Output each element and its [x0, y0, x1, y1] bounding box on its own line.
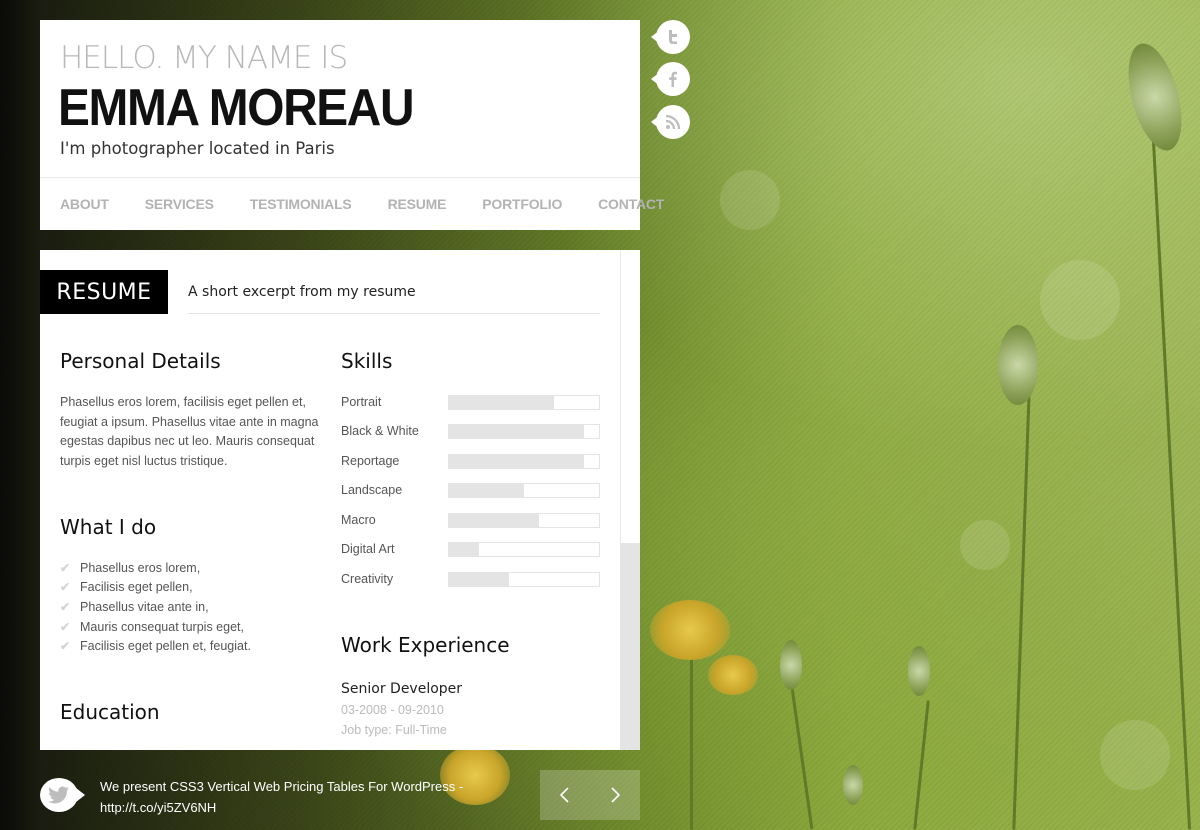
skill-label: Reportage [341, 454, 400, 468]
check-icon: ✔ [60, 599, 71, 614]
skill-fill [449, 542, 479, 556]
chevron-left-icon [559, 787, 569, 803]
facebook-icon [656, 62, 690, 96]
main-nav: ABOUT SERVICES TESTIMONIALS RESUME PORTF… [40, 177, 664, 230]
check-icon: ✔ [60, 580, 71, 595]
skill-fill [449, 483, 524, 497]
list-item: ✔ Mauris consequat turpis eget, [60, 619, 244, 634]
tweet-link[interactable]: http://t.co/yi5ZV6NH [100, 797, 520, 818]
work-experience-heading: Work Experience [341, 633, 510, 657]
nav-contact[interactable]: CONTACT [598, 196, 664, 212]
prev-arrow-button[interactable] [540, 770, 590, 820]
skill-bar [448, 394, 600, 410]
skill-row: Reportage [341, 453, 601, 469]
scrollbar-thumb[interactable] [620, 543, 640, 750]
twitter-icon [656, 20, 690, 54]
check-icon: ✔ [60, 560, 71, 575]
skill-fill [449, 395, 554, 409]
job-dates: 03-2008 - 09-2010 [341, 703, 444, 717]
personal-details-text: Phasellus eros lorem, facilisis eget pel… [60, 395, 319, 468]
header-card: HELLO. MY NAME IS EMMA MOREAU I'm photog… [40, 20, 664, 230]
skill-fill [449, 513, 539, 527]
nav-active-pointer [326, 210, 342, 218]
tweet-pager [540, 770, 640, 820]
skill-row: Digital Art [341, 541, 601, 557]
check-icon: ✔ [60, 619, 71, 634]
skill-label: Landscape [341, 483, 403, 497]
section-label: RESUME [40, 270, 168, 314]
skill-bar [448, 453, 600, 469]
skill-label: Creativity [341, 572, 394, 586]
nav-services[interactable]: SERVICES [145, 196, 214, 212]
skills-heading: Skills [341, 349, 393, 373]
twitter-link[interactable] [651, 20, 690, 54]
skill-label: Digital Art [341, 542, 395, 556]
tagline: I'm photographer located in Paris [60, 139, 335, 158]
list-item: ✔ Facilisis eget pellen et, feugiat. [60, 639, 251, 654]
greeting: HELLO. MY NAME IS [60, 40, 348, 76]
skill-label: Portrait [341, 395, 382, 409]
skill-bar [448, 541, 600, 557]
personal-details-heading: Personal Details [60, 349, 221, 373]
skill-row: Black & White [341, 423, 601, 439]
list-item: ✔ Phasellus vitae ante in, [60, 599, 209, 614]
skill-row: Landscape [341, 482, 601, 498]
what-i-do-list: ✔ Phasellus eros lorem, ✔ Facilisis eget p… [60, 558, 251, 656]
tweet-bubble-tip [76, 788, 85, 802]
section-subtitle: A short excerpt from my resume [188, 270, 600, 314]
skill-label: Black & White [341, 424, 419, 438]
skill-fill [449, 572, 509, 586]
skill-row: Macro [341, 512, 601, 528]
what-i-do-heading: What I do [60, 515, 157, 539]
rss-icon [656, 105, 690, 139]
nav-resume[interactable]: RESUME [388, 196, 447, 212]
skill-fill [449, 454, 584, 468]
rss-link[interactable] [651, 105, 690, 139]
skill-bar [448, 482, 600, 498]
chevron-right-icon [611, 787, 621, 803]
nav-about[interactable]: ABOUT [60, 196, 109, 212]
skill-fill [449, 424, 584, 438]
job-type: Job type: Full-Time [341, 723, 447, 737]
skill-row: Creativity [341, 571, 601, 587]
facebook-link[interactable] [651, 62, 690, 96]
tweet-line: We present CSS3 Vertical Web Pricing Tab… [100, 779, 464, 794]
site-title: EMMA MOREAU [58, 79, 414, 137]
skill-bar [448, 423, 600, 439]
skill-row: Portrait [341, 394, 601, 410]
job-title: Senior Developer [341, 681, 463, 697]
skill-label: Macro [341, 513, 376, 527]
skill-bar [448, 512, 600, 528]
next-arrow-button[interactable] [590, 770, 640, 820]
twitter-bird-icon [40, 778, 78, 812]
resume-panel: RESUME A short excerpt from my resume Pe… [40, 250, 640, 750]
nav-portfolio[interactable]: PORTFOLIO [482, 196, 562, 212]
latest-tweet: We present CSS3 Vertical Web Pricing Tab… [100, 776, 520, 818]
check-icon: ✔ [60, 639, 71, 654]
list-item: ✔ Facilisis eget pellen, [60, 580, 193, 595]
education-heading: Education [60, 700, 160, 724]
list-item: ✔ Phasellus eros lorem, [60, 560, 201, 575]
skill-bar [448, 571, 600, 587]
